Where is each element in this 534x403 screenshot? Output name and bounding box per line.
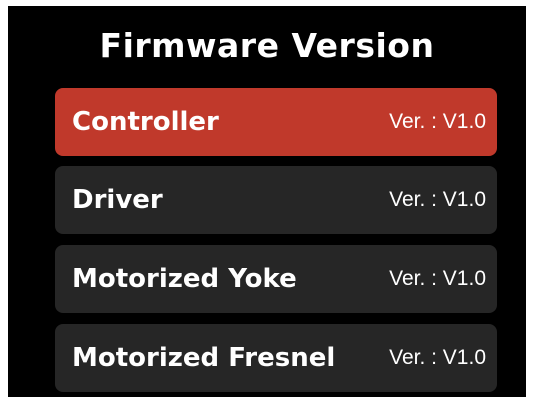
firmware-item-motorized-yoke[interactable]: Motorized Yoke Ver. : V1.0 (55, 245, 497, 313)
page-title: Firmware Version (99, 26, 435, 65)
firmware-item-motorized-fresnel[interactable]: Motorized Fresnel Ver. : V1.0 (55, 324, 497, 392)
firmware-item-controller[interactable]: Controller Ver. : V1.0 (55, 88, 497, 156)
firmware-item-label: Motorized Fresnel (72, 343, 336, 373)
firmware-item-version: Ver. : V1.0 (389, 346, 486, 369)
firmware-item-version: Ver. : V1.0 (389, 110, 486, 133)
firmware-item-label: Driver (72, 185, 163, 215)
firmware-item-label: Motorized Yoke (72, 264, 297, 294)
firmware-item-driver[interactable]: Driver Ver. : V1.0 (55, 166, 497, 234)
firmware-item-version: Ver. : V1.0 (389, 188, 486, 211)
firmware-version-screen: Firmware Version Controller Ver. : V1.0 … (8, 6, 526, 397)
firmware-item-version: Ver. : V1.0 (389, 267, 486, 290)
firmware-item-label: Controller (72, 107, 219, 137)
